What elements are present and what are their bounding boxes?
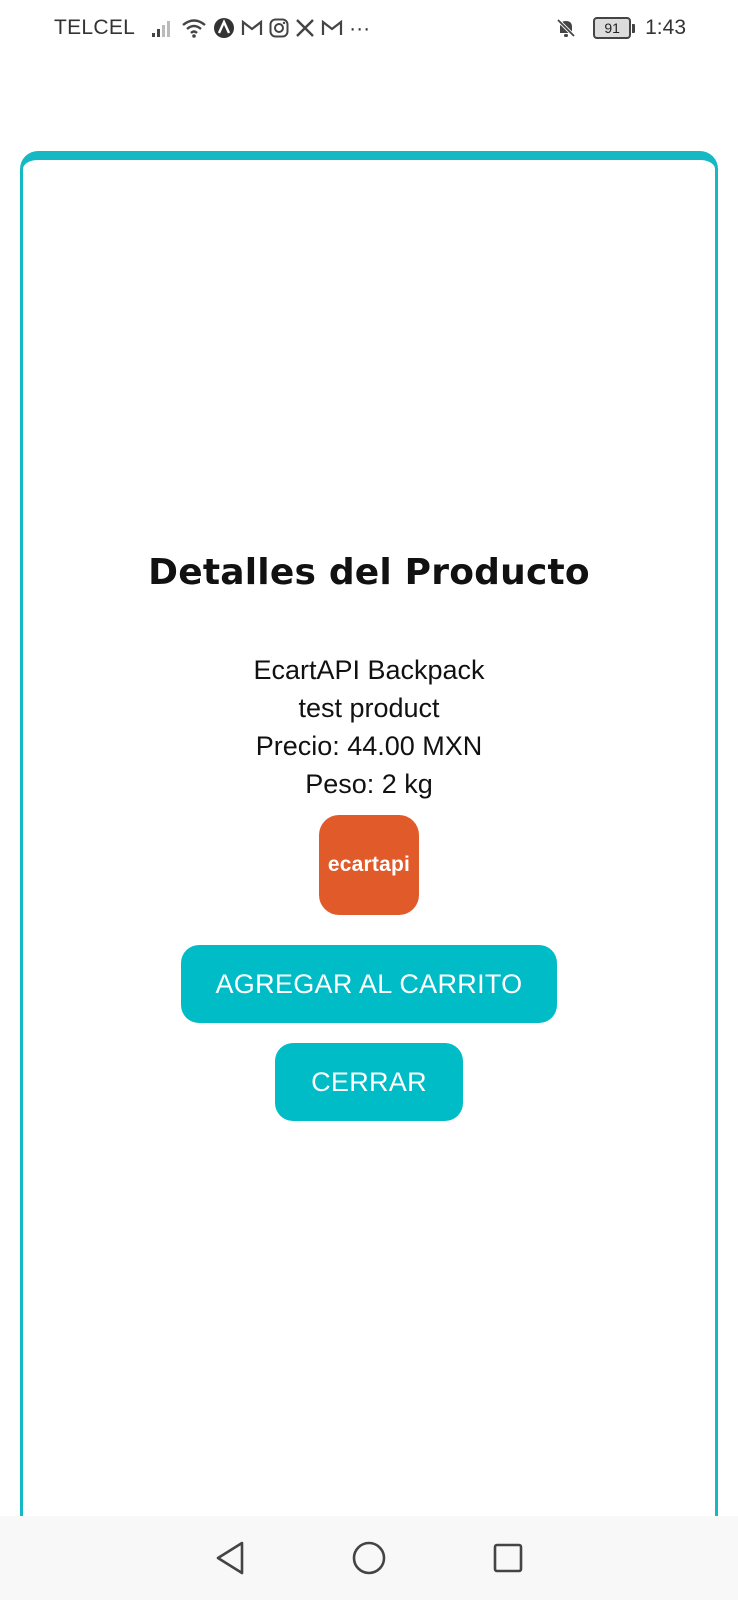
do-not-disturb-icon: [555, 17, 577, 39]
status-time: 1:43: [645, 16, 686, 39]
more-notifications-icon: ···: [349, 16, 371, 40]
close-button[interactable]: CERRAR: [275, 1043, 463, 1121]
battery-tip: [632, 23, 636, 33]
logo-text: ecartapi: [327, 853, 411, 876]
arc-app-icon: [213, 17, 235, 39]
gmail-icon: [241, 19, 263, 37]
status-left: TELCEL ···: [54, 16, 376, 40]
navigation-bar: [0, 1516, 738, 1600]
dialog-title: Detalles del Producto: [148, 552, 590, 593]
signal-icon: [151, 18, 175, 38]
product-weight: Peso: 2 kg: [305, 769, 433, 799]
battery-icon: 91: [593, 17, 636, 39]
wifi-icon: [181, 17, 207, 39]
status-right: 91 1:43: [555, 16, 686, 40]
back-icon[interactable]: [205, 1533, 255, 1583]
gmail-icon: [321, 19, 343, 37]
product-description: test product: [298, 693, 440, 723]
x-icon: [295, 18, 315, 38]
product-logo: ecartapi: [319, 815, 419, 915]
home-icon[interactable]: [344, 1533, 394, 1583]
product-name: EcartAPI Backpack: [253, 655, 485, 685]
recents-icon[interactable]: [483, 1533, 533, 1583]
screen: TELCEL ··· 91 1:43 Detalles del Producto…: [0, 0, 738, 1600]
instagram-icon: [269, 18, 289, 38]
add-to-cart-button[interactable]: AGREGAR AL CARRITO: [181, 945, 557, 1023]
battery-level: 91: [593, 17, 632, 39]
product-details-dialog: Detalles del Producto EcartAPI Backpack …: [20, 151, 718, 1531]
carrier-name: TELCEL: [54, 16, 136, 39]
dialog-content: Detalles del Producto EcartAPI Backpack …: [23, 552, 715, 1121]
status-bar: TELCEL ··· 91 1:43: [0, 0, 738, 56]
product-price: Precio: 44.00 MXN: [255, 731, 483, 761]
